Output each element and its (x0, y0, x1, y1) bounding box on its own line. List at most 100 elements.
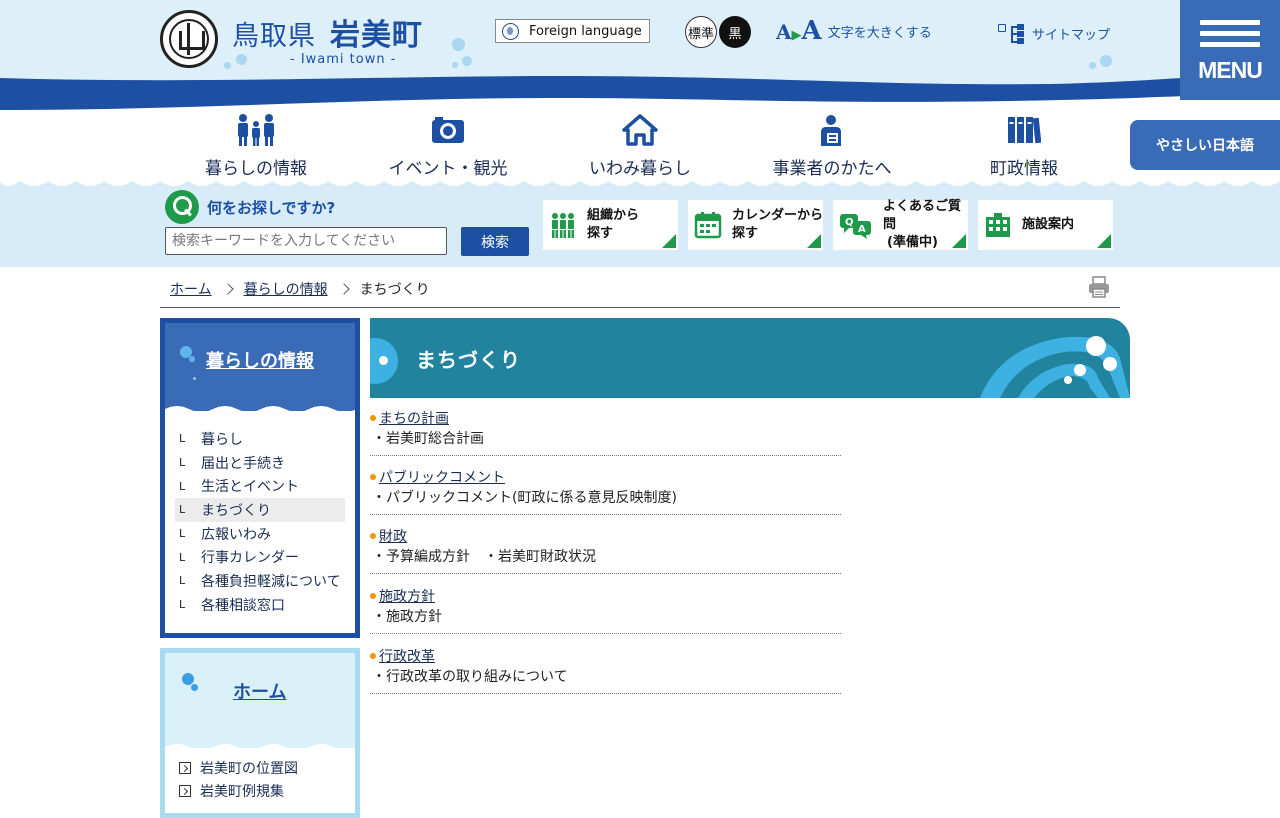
search-title-text: 何をお探しですか? (207, 198, 336, 217)
globe-icon (502, 22, 519, 40)
section-link[interactable]: パブリックコメント (379, 467, 505, 487)
side-nav-item-active[interactable]: L まちづくり (175, 498, 345, 522)
easy-japanese-button[interactable]: やさしい日本語 (1130, 120, 1280, 170)
gnav-item-living[interactable]: 暮らしの情報 (160, 110, 352, 182)
hamburger-icon (1200, 19, 1260, 25)
gnav-item-business[interactable]: 事業者のかたへ (736, 110, 928, 182)
header-wave-band (0, 72, 1280, 112)
search-input[interactable] (165, 227, 447, 255)
side-nav-home-item[interactable]: 岩美町の位置図 (175, 756, 345, 780)
corner-arrow-icon (1097, 234, 1111, 248)
side-nav-item-label: 岩美町の位置図 (200, 760, 298, 777)
breadcrumb: ホーム 暮らしの情報 まちづくり (160, 270, 1120, 308)
section-heading: 財政 (370, 526, 407, 546)
side-nav-home-item[interactable]: 岩美町例規集 (175, 780, 345, 804)
side-nav-item-label: 届出と手続き (201, 455, 285, 472)
font-size-icon: A▶A (776, 16, 822, 46)
chevron-right-icon (221, 282, 234, 295)
side-nav-item[interactable]: L 各種相談窓口 (175, 593, 345, 617)
side-nav-item[interactable]: L 広報いわみ (175, 522, 345, 546)
global-nav: 暮らしの情報 イベント・観光 いわみ暮らし 事業者のかたへ 町政情報 (160, 110, 1120, 182)
quick-link-facilities[interactable]: 施設案内 (978, 200, 1113, 250)
search-icon (165, 190, 199, 224)
gnav-item-iwami-life[interactable]: いわみ暮らし (544, 110, 736, 182)
tree-branch-icon: L (179, 503, 186, 517)
breadcrumb-current: まちづくり (359, 281, 430, 298)
corner-arrow-icon (952, 234, 966, 248)
section-heading: パブリックコメント (370, 467, 505, 487)
side-nav-wave (165, 406, 355, 417)
chevron-right-icon (337, 282, 350, 295)
foreign-language-button[interactable]: Foreign language (495, 19, 650, 43)
bullet-icon (370, 593, 376, 599)
section-text: ・施政方針 (372, 609, 442, 625)
side-nav-header: 暮らしの情報 (165, 323, 355, 417)
sitemap-link[interactable]: サイトマップ (998, 22, 1110, 44)
section-link[interactable]: 行政改革 (379, 646, 435, 666)
contrast-standard-button[interactable]: 標準 (685, 16, 717, 48)
quick-link-line2: 探す (732, 226, 759, 241)
quick-link-faq[interactable]: QA よくあるご質問 (準備中) (833, 199, 968, 250)
gnav-item-town-government[interactable]: 町政情報 (928, 110, 1120, 182)
side-nav-item[interactable]: L 各種負担軽減について (175, 569, 345, 593)
site-logo[interactable]: 鳥取県 岩美町 (232, 10, 423, 54)
contrast-black-button[interactable]: 黒 (719, 16, 751, 48)
breadcrumb-parent[interactable]: 暮らしの情報 (244, 279, 328, 299)
side-nav-item[interactable]: L 行事カレンダー (175, 545, 345, 569)
wave-decoration-icon (980, 336, 1130, 398)
quick-link-calendar[interactable]: カレンダーから 探す (688, 200, 823, 250)
organization-icon (552, 213, 574, 238)
site-header: 鳥取県 岩美町 - Iwami town - Foreign language 標… (0, 0, 1280, 112)
search-button[interactable]: 検索 (461, 227, 529, 256)
side-nav-item-label: 行事カレンダー (201, 550, 299, 567)
section-link[interactable]: まちの計画 (379, 408, 449, 428)
section-link[interactable]: 財政 (379, 526, 407, 546)
quick-link-label: 施設案内 (1022, 217, 1075, 232)
side-nav-item[interactable]: L 届出と手続き (175, 451, 345, 475)
family-icon (236, 110, 276, 150)
camera-icon (431, 110, 465, 150)
page-title: まちづくり (416, 348, 521, 372)
quick-link-organization[interactable]: 組織から 探す (543, 200, 678, 250)
hamburger-icon-bar (1200, 41, 1260, 47)
side-nav-item-label: 岩美町例規集 (200, 784, 284, 801)
tree-branch-icon: L (179, 456, 186, 470)
font-size-button[interactable]: A▶A 文字を大きくする (776, 16, 932, 46)
bullet-icon (370, 415, 376, 421)
corner-arrow-icon (662, 234, 676, 248)
tree-branch-icon: L (179, 598, 186, 612)
town-emblem-icon[interactable] (160, 10, 218, 68)
arrow-box-icon (179, 761, 191, 774)
side-nav-home: ホーム 岩美町の位置図 岩美町例規集 (160, 648, 360, 818)
quick-link-line2: (準備中) (887, 235, 938, 250)
svg-text:A: A (858, 224, 866, 235)
side-nav-title[interactable]: 暮らしの情報 (206, 347, 314, 373)
section-text: ・予算編成方針 ・岩美町財政状況 (372, 549, 596, 565)
side-nav-home-title[interactable]: ホーム (233, 678, 286, 704)
bubble-icon (370, 338, 398, 384)
section-link[interactable]: 施政方針 (379, 586, 435, 606)
side-nav-item[interactable]: L 生活とイベント (175, 474, 345, 498)
corner-arrow-icon (807, 234, 821, 248)
bullet-icon (370, 533, 376, 539)
foreign-language-label: Foreign language (529, 23, 642, 39)
search-band: 何をお探しですか? 検索 組織から探す カレンダーから探す QA よくあるご質問… (0, 176, 1280, 267)
content-section: まちの計画 ・岩美町総合計画 (370, 398, 841, 456)
side-nav-item[interactable]: L 暮らし (175, 427, 345, 451)
gnav-item-events[interactable]: イベント・観光 (352, 110, 544, 182)
quick-link-line1: よくあるご質問 (883, 199, 962, 232)
tree-branch-icon: L (179, 550, 186, 564)
side-nav-list: L 暮らし L 届出と手続き L 生活とイベント L まちづくり L 広報いわみ L 行事カ… (165, 411, 355, 617)
side-nav-living: 暮らしの情報 L 暮らし L 届出と手続き L 生活とイベント L まちづくり L 広報い… (160, 318, 360, 638)
side-nav-item-label: 生活とイベント (201, 479, 299, 496)
bullet-icon (370, 653, 376, 659)
house-icon (622, 110, 658, 150)
side-nav-item-label: 広報いわみ (201, 526, 271, 543)
menu-button[interactable]: MENU (1180, 0, 1280, 100)
side-nav-item-label: 暮らし (201, 431, 243, 448)
logo-prefecture: 鳥取県 (232, 21, 316, 52)
breadcrumb-home[interactable]: ホーム (170, 279, 212, 299)
calendar-icon (694, 212, 722, 239)
side-nav-item-label: まちづくり (201, 502, 271, 519)
print-icon[interactable] (1088, 276, 1110, 298)
